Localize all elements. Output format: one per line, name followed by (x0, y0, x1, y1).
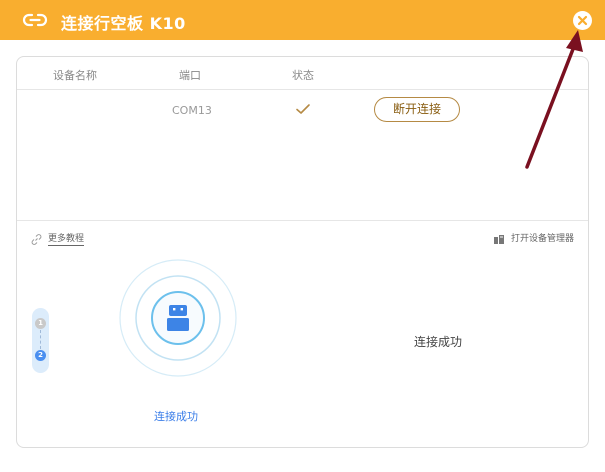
link-icon (31, 234, 42, 245)
window-title: 连接行空板 K10 (61, 14, 186, 33)
link-icon (22, 13, 48, 27)
more-tutorials-label: 更多教程 (48, 234, 85, 246)
close-button[interactable] (573, 11, 592, 30)
step-connector (40, 330, 41, 349)
header-device-name: 设备名称 (53, 69, 97, 82)
board-icon (167, 305, 189, 331)
connection-status-message: 连接成功 (414, 335, 463, 349)
row-port: COM13 (172, 104, 212, 117)
connection-status-label: 连接成功 (154, 410, 198, 423)
title-bar: 连接行空板 K10 (0, 0, 605, 40)
step-1: 1 (35, 318, 46, 329)
table-row: COM13 断开连接 (17, 91, 588, 131)
disconnect-button[interactable]: 断开连接 (374, 97, 460, 122)
table-header: 设备名称 端口 状态 (17, 57, 588, 90)
device-panel: 设备名称 端口 状态 COM13 断开连接 更多教程 打开设备管理器 1 2 连… (16, 56, 589, 448)
close-icon (577, 15, 588, 26)
step-indicator: 1 2 (32, 308, 49, 373)
open-device-manager-label: 打开设备管理器 (511, 234, 575, 244)
header-port: 端口 (179, 69, 201, 82)
device-manager-icon (494, 235, 504, 244)
section-divider (17, 220, 588, 221)
step-2: 2 (35, 350, 46, 361)
device-connected-graphic (119, 259, 237, 377)
header-status: 状态 (292, 69, 314, 82)
check-icon (296, 104, 310, 114)
